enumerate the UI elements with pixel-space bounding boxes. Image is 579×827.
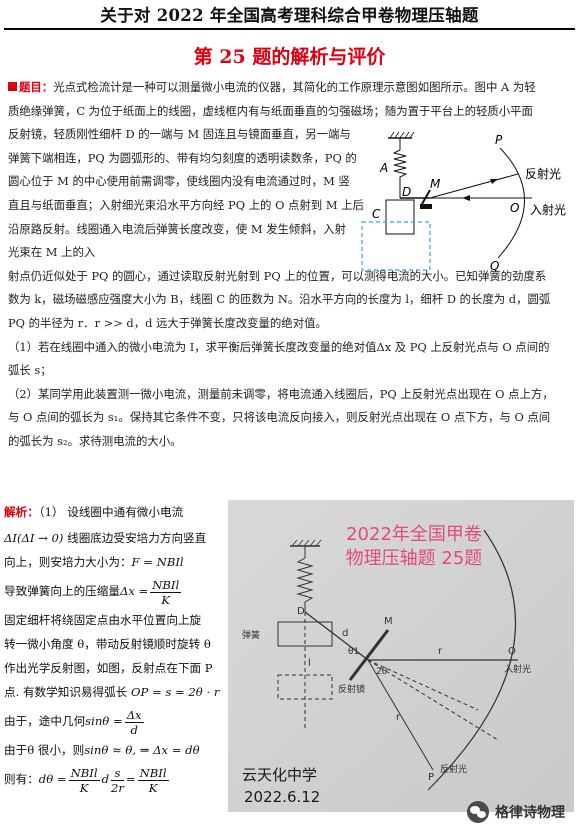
wechat-logo-icon [467,801,489,823]
photo-title-line2: 物理压轴题 25题 [346,548,483,569]
hw-label-M: M [384,616,393,627]
label-D: D [402,185,411,199]
photo-title-line1: 2022年全国甲卷 [346,524,482,545]
bullet-square-icon [8,82,17,91]
label-O: O [510,201,519,215]
label-M: M [430,177,441,191]
solution-line: 由于，途中几何sinθ = Δx d [4,707,144,737]
question-2-line: 与 O 点间的弧长为 s₁。保持其它条件不变，只将该电流反向接入，则反射光点出现… [8,410,551,425]
question-2-line: （2）某同学用此装置测一微小电流，测量前未调零，将电流通入线圈后，PQ 上反射光… [8,386,554,401]
solution-line: 解析：（1） 设线圈中通有微小电流 [4,505,184,519]
label-A: A [379,161,388,175]
document-title: 关于对 2022 年全国高考理科综合甲卷物理压轴题 [100,6,479,25]
handwritten-photo: D 弹簧 l d M 反射镜 θ1 2θ r O 入射光 r P 反射光 202… [228,500,574,812]
solution-line: ΔI(ΔI → 0) 线圈底边受安培力方向竖直 [4,531,207,545]
title-rule [4,28,575,30]
hw-label-l: l [308,658,311,669]
hw-label-reflected: 反射光 [440,763,467,775]
hw-label-theta1: θ1 [348,647,359,657]
hw-label-d: d [342,628,348,639]
label-reflected-light: 反射光 [525,166,561,181]
hw-label-mirror: 反射镜 [338,683,365,695]
label-P: P [495,133,503,147]
problem-line: PQ 的半径为 r．r >> d，d 远大于弹簧长度改变量的绝对值。 [8,315,327,330]
label-C: C [372,207,381,221]
label-incident-light: 入射光 [530,202,566,217]
problem-line: 质绝缘弹簧，C 为位于纸面上的线圈，虚线框内有与纸面垂直的匀强磁场；随为置于平台… [8,103,533,118]
solution-line: 向上，则安培力大小为：F = NBIl [4,555,184,569]
photo-sign-school: 云天化中学 [242,766,317,784]
solution-line: 由于θ 很小，则sinθ ≈ θ, ⇒ Δx = dθ [4,743,200,757]
hw-label-D: D [297,606,305,617]
watermark-text: 格律诗物理 [495,805,565,821]
solution-tag: 解析： [4,505,39,519]
solution-line: 则有：dθ = NBIl Kd s 2r = NBIl K [4,765,169,795]
question-1-line: （1）若在线圈中通入的微小电流为 I，求平衡后弹簧长度改变量的绝对值Δx 及 P… [8,339,550,354]
solution-line: 导致弹簧向上的压缩量Δx = NBIl K [4,577,182,607]
photo-sign-date: 2022.6.12 [244,788,320,806]
solution-line: 固定细杆将绕固定点由水平位置向上旋 [4,613,202,627]
label-Q: Q [490,259,499,273]
problem-tag: 题目： [19,80,54,94]
apparatus-diagram: A D C M P Q O 反射光 入射光 [361,131,566,273]
solution-line: 作出光学反射图，如图，反射点在下面 P [4,661,213,675]
hw-label-spring: 弹簧 [242,629,260,641]
problem-line: 数为 k，磁场磁感应强度大小为 B，线圈 C 的匝数为 N。沿水平方向的长度为 … [8,292,551,307]
solution-line: 点. 有数学知识易得弧长 OP = s = 2θ · r [4,685,220,699]
solution-line: 转一微小角度 θ，带动反射镜顺时旋转 θ [4,637,211,651]
hw-label-P: P [428,772,434,783]
problem-line: 题目：光点式检流计是一种可以测量微小电流的仪器，其简化的工作原理示意图如图所示。… [8,76,568,100]
watermark: 格律诗物理 [467,801,565,823]
solution-block: 解析：（1） 设线圈中通有微小电流 ΔI(ΔI → 0) 线圈底边受安培力方向竖… [4,500,229,796]
question-1-line: 弧长 s； [8,363,52,378]
question-2-line: 的弧长为 s₂。求待测电流的大小。 [8,433,182,448]
document-subtitle: 第 25 题的解析与评价 [193,46,386,68]
